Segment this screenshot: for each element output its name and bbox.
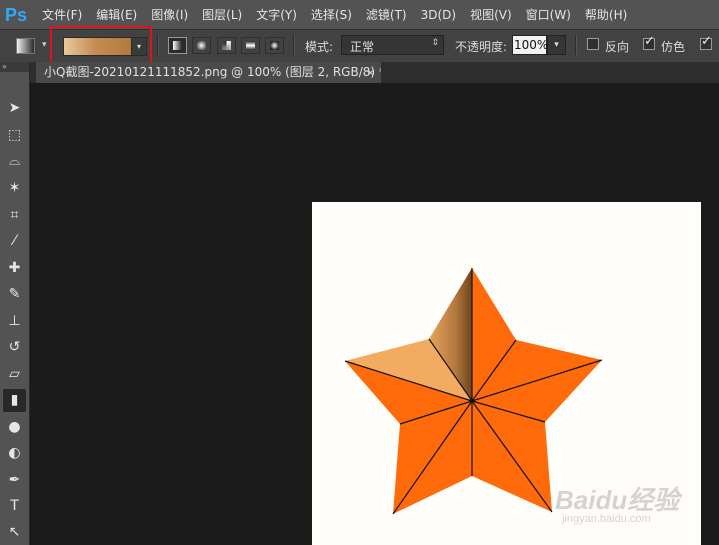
reflected-gradient-button[interactable] [241, 37, 260, 54]
opacity-label: 不透明度: [455, 40, 508, 54]
dither-label: 仿色 [661, 40, 686, 54]
dither-checkbox[interactable] [643, 34, 655, 50]
gradient-tool-icon[interactable]: ▮ [3, 389, 26, 412]
menu-select[interactable]: 选择(S) [311, 6, 352, 23]
magic-wand-tool-icon[interactable]: ✶ [3, 177, 26, 200]
pen-tool-icon[interactable]: ✒ [3, 469, 26, 492]
menu-type[interactable]: 文字(Y) [256, 6, 297, 23]
reverse-checkbox[interactable] [587, 38, 599, 50]
dodge-tool-icon[interactable]: ◐ [3, 442, 26, 465]
divider [575, 35, 577, 55]
menu-filter[interactable]: 滤镜(T) [366, 6, 407, 23]
chevron-updown-icon: ⇕ [431, 38, 439, 48]
menu-view[interactable]: 视图(V) [470, 6, 512, 23]
eyedropper-tool-icon[interactable]: ⁄ [3, 230, 26, 253]
mode-select[interactable]: 正常 ⇕ [341, 35, 444, 55]
tool-preset-picker-icon[interactable] [16, 38, 35, 54]
baidu-watermark-logo: Baidu经验 jingyan.baidu.com [555, 480, 680, 525]
menu-3d[interactable]: 3D(D) [421, 8, 456, 22]
clone-stamp-tool-icon[interactable]: ⊥ [3, 310, 26, 333]
type-tool-icon[interactable]: T [3, 495, 26, 518]
menu-layer[interactable]: 图层(L) [202, 6, 242, 23]
history-brush-tool-icon[interactable]: ↺ [3, 336, 26, 359]
opacity-input[interactable]: 100% [512, 35, 549, 55]
photoshop-logo-icon[interactable]: Ps [2, 4, 30, 26]
diamond-gradient-button[interactable] [265, 37, 284, 54]
mode-label: 模式: [305, 40, 334, 54]
move-tool-icon[interactable]: ➤ [3, 97, 26, 120]
collapse-panel-icon[interactable]: » [0, 62, 29, 72]
healing-brush-tool-icon[interactable]: ✚ [3, 257, 26, 280]
menu-edit[interactable]: 编辑(E) [96, 6, 137, 23]
path-selection-tool-icon[interactable]: ↖ [3, 521, 26, 544]
marquee-tool-icon[interactable]: ⬚ [3, 124, 26, 147]
eraser-tool-icon[interactable]: ▱ [3, 363, 26, 386]
divider [157, 35, 159, 55]
lasso-tool-icon[interactable]: ⌓ [3, 150, 26, 173]
brush-tool-icon[interactable]: ✎ [3, 283, 26, 306]
menu-image[interactable]: 图像(I) [151, 6, 188, 23]
angle-gradient-button[interactable] [217, 37, 236, 54]
reverse-label: 反向 [605, 40, 630, 54]
menu-help[interactable]: 帮助(H) [585, 6, 627, 23]
transparency-checkbox[interactable] [700, 34, 712, 50]
opacity-value: 100% [514, 38, 549, 52]
linear-gradient-button[interactable] [168, 37, 187, 54]
menu-bar: Ps 文件(F) 编辑(E) 图像(I) 图层(L) 文字(Y) 选择(S) 滤… [0, 0, 719, 29]
opacity-slider-button[interactable]: ▾ [547, 35, 566, 55]
chevron-down-icon[interactable]: ▾ [42, 40, 47, 50]
watermark-logo: Baidu经验 [555, 485, 680, 515]
menu-file[interactable]: 文件(F) [42, 6, 82, 23]
radial-gradient-button[interactable] [192, 37, 211, 54]
mode-value: 正常 [350, 40, 375, 54]
menu-window[interactable]: 窗口(W) [526, 6, 571, 23]
watermark-site: jingyan.baidu.com [562, 513, 651, 525]
document-tab[interactable]: 小Q截图-20210121111852.png @ 100% (图层 2, RG… [36, 62, 381, 83]
close-icon[interactable]: × [366, 62, 375, 83]
divider [293, 35, 295, 55]
crop-tool-icon[interactable]: ⌗ [3, 204, 26, 227]
blur-tool-icon[interactable]: ● [3, 416, 26, 439]
